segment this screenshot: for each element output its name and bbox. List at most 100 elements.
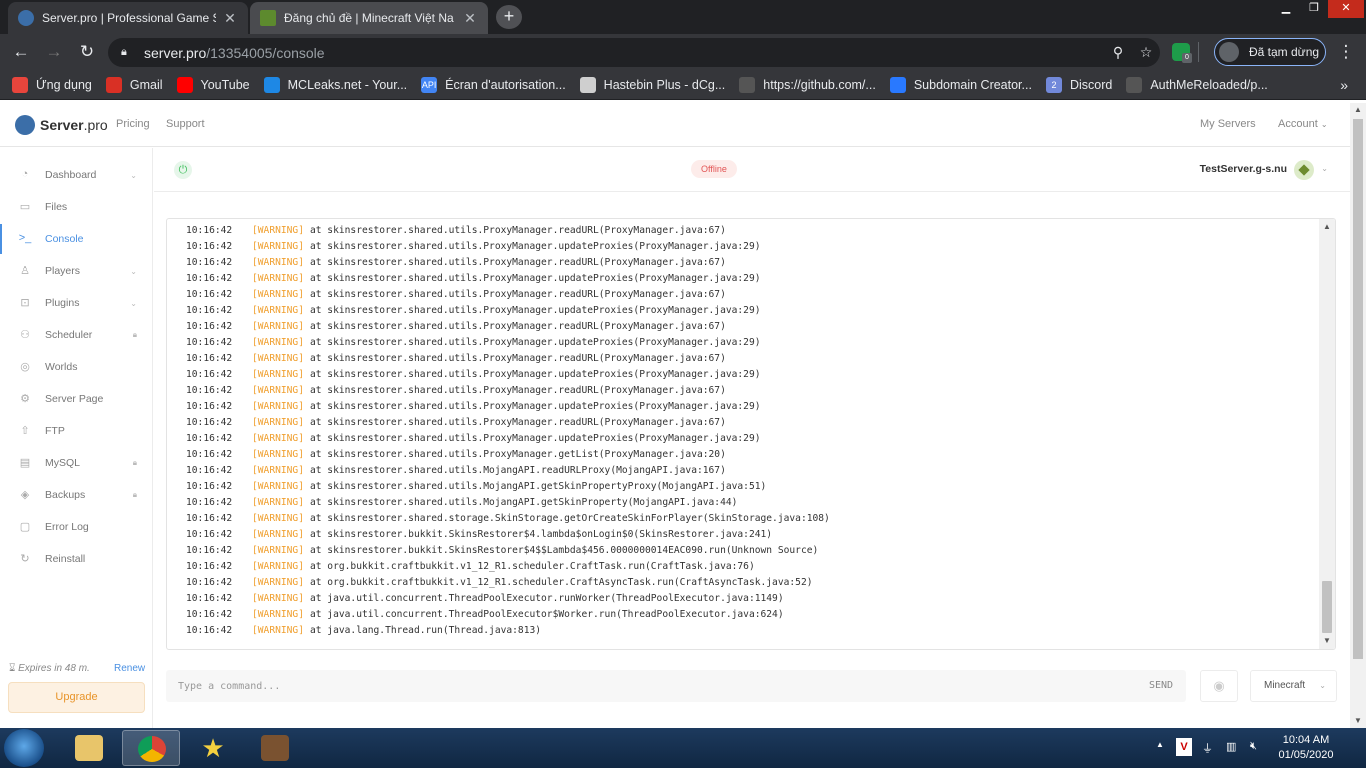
bookmark-item[interactable]: MCLeaks.net - Your...: [263, 76, 407, 93]
bookmark-item[interactable]: Ứng dụng: [12, 76, 92, 93]
reload-icon[interactable]: ↻: [75, 41, 99, 63]
log-message: at skinsrestorer.shared.utils.ProxyManag…: [309, 449, 726, 460]
server-page-icon: ⚙: [20, 393, 30, 405]
volume-muted-icon[interactable]: 🔇︎: [1250, 740, 1257, 753]
page-scrollbar[interactable]: ▲ ▼: [1350, 103, 1366, 728]
sidebar-item-players[interactable]: ♙ Players ⌄: [0, 256, 153, 286]
scroll-down-icon[interactable]: ▼: [1350, 714, 1366, 728]
console-scrollbar[interactable]: ▲ ▼: [1319, 219, 1335, 649]
bookmark-item[interactable]: Gmail: [105, 76, 163, 93]
log-timestamp: 10:16:42: [186, 401, 233, 412]
chevron-down-icon: ⌄: [130, 170, 137, 180]
status-badge: Offline: [691, 160, 737, 178]
log-timestamp: 10:16:42: [186, 241, 233, 252]
maximize-window-icon[interactable]: ❐: [1300, 0, 1328, 18]
sidebar-item-plugins[interactable]: ⊡ Plugins ⌄: [0, 288, 153, 318]
console-line: 10:16:42 [WARNING] at org.bukkit.craftbukk…: [186, 559, 1315, 575]
bookmark-item[interactable]: 2 Discord: [1045, 76, 1112, 93]
chevron-down-icon[interactable]: ⌄: [1321, 164, 1328, 173]
back-icon[interactable]: ←: [9, 41, 33, 63]
sidebar-item-ftp[interactable]: ⇧ FTP: [0, 416, 153, 446]
browser-tab-minecraftvn[interactable]: Đăng chủ đề | Minecraft Việt Na ✕: [250, 2, 488, 34]
power-icon[interactable]: ⏻: [174, 161, 192, 179]
sidebar-item-label: Reinstall: [45, 553, 86, 565]
system-clock[interactable]: 10:04 AM 01/05/2020: [1276, 733, 1336, 763]
send-button[interactable]: SEND: [1136, 670, 1186, 702]
bookmark-item[interactable]: API Écran d'autorisation...: [421, 76, 566, 93]
sidebar-item-worlds[interactable]: ◎ Worlds: [0, 352, 153, 382]
bookmark-item[interactable]: https://github.com/...: [739, 76, 876, 93]
scrollbar-thumb[interactable]: [1322, 581, 1332, 633]
serverpro-logo[interactable]: Server.pro: [15, 115, 108, 135]
log-message: at skinsrestorer.shared.utils.ProxyManag…: [309, 241, 761, 252]
minimize-window-icon[interactable]: ▁: [1272, 0, 1300, 18]
console-type-select[interactable]: Minecraft ⌄: [1250, 670, 1337, 702]
sidebar-item-reinstall[interactable]: ↻ Reinstall: [0, 544, 153, 574]
extension-badge: 0: [1182, 53, 1192, 63]
start-button[interactable]: [4, 729, 44, 767]
sidebar-item-label: Worlds: [45, 361, 78, 373]
network-tray-icon[interactable]: ▥: [1226, 740, 1236, 753]
bookmark-item[interactable]: Hastebin Plus - dCg...: [579, 76, 725, 93]
scrollbar-thumb[interactable]: [1353, 119, 1363, 659]
nav-pricing[interactable]: Pricing: [116, 118, 150, 130]
scroll-up-icon[interactable]: ▲: [1350, 103, 1366, 117]
sidebar-item-console[interactable]: >_ Console: [0, 224, 153, 254]
bookmarks-overflow-icon[interactable]: »: [1340, 77, 1348, 93]
log-level: [WARNING]: [252, 321, 304, 332]
browser-tab-serverpro[interactable]: Server.pro | Professional Game S ✕: [8, 2, 248, 34]
usb-tray-icon[interactable]: ⏚: [1202, 740, 1213, 756]
extension-shield-icon[interactable]: 0: [1172, 43, 1192, 63]
bookmark-icon: [579, 76, 596, 93]
sidebar-item-mysql[interactable]: ▤ MySQL 🔒︎: [0, 448, 153, 478]
log-timestamp: 10:16:42: [186, 433, 233, 444]
server-name[interactable]: TestServer.g-s.nu: [1200, 163, 1287, 175]
console-output[interactable]: 10:16:42 [WARNING] at skinsrestorer.shared…: [166, 218, 1336, 650]
sidebar-item-error-log[interactable]: ▢ Error Log: [0, 512, 153, 542]
profile-paused-button[interactable]: Đã tạm dừng: [1214, 38, 1326, 66]
sidebar-item-files[interactable]: ▭ Files: [0, 192, 153, 222]
tab-title: Đăng chủ đề | Minecraft Việt Na: [284, 11, 454, 25]
sidebar-item-label: Plugins: [45, 297, 80, 309]
chevron-down-icon: ⌄: [1320, 120, 1328, 129]
nav-support[interactable]: Support: [166, 118, 205, 130]
sidebar-item-server-page[interactable]: ⚙ Server Page: [0, 384, 153, 414]
console-line: 10:16:42 [WARNING] at skinsrestorer.shared…: [186, 479, 1315, 495]
sidebar-item-scheduler[interactable]: ⚇ Scheduler 🔒︎: [0, 320, 153, 350]
chrome-taskbar-icon[interactable]: [122, 730, 180, 766]
log-timestamp: 10:16:42: [186, 369, 233, 380]
upgrade-button[interactable]: Upgrade: [8, 682, 145, 713]
bookmark-star-icon[interactable]: ☆: [1132, 44, 1160, 61]
explorer-taskbar-icon[interactable]: [60, 730, 118, 766]
scroll-down-icon[interactable]: ▼: [1319, 633, 1335, 649]
command-input[interactable]: [178, 670, 1078, 702]
url-text[interactable]: server.pro/13354005/console: [144, 45, 1104, 61]
minecraft-taskbar-icon[interactable]: [246, 730, 304, 766]
bookmark-icon: 2: [1045, 76, 1062, 93]
address-bar[interactable]: 🔒︎ server.pro/13354005/console ⚲ ☆: [108, 38, 1160, 67]
minecraft-server-icon[interactable]: [1294, 160, 1314, 180]
nav-my-servers[interactable]: My Servers: [1200, 118, 1256, 130]
menu-kebab-icon[interactable]: ⋮: [1334, 41, 1358, 63]
star-app-taskbar-icon[interactable]: ★: [184, 730, 242, 766]
bookmark-item[interactable]: YouTube: [176, 76, 250, 93]
nav-account[interactable]: Account ⌄: [1278, 118, 1328, 130]
tray-expand-icon[interactable]: ▲: [1156, 740, 1164, 749]
close-window-icon[interactable]: ✕: [1328, 0, 1364, 18]
bookmark-icon: [263, 76, 280, 93]
log-level: [WARNING]: [252, 369, 304, 380]
eye-icon[interactable]: ◉: [1200, 670, 1238, 702]
forward-icon[interactable]: →: [42, 41, 66, 63]
close-tab-icon[interactable]: ✕: [462, 10, 478, 27]
scroll-up-icon[interactable]: ▲: [1319, 219, 1335, 235]
close-tab-icon[interactable]: ✕: [222, 10, 238, 27]
renew-link[interactable]: Renew: [114, 663, 145, 674]
reinstall-icon: ↻: [20, 553, 30, 565]
sidebar-item-backups[interactable]: ◈ Backups 🔒︎: [0, 480, 153, 510]
search-icon[interactable]: ⚲: [1104, 44, 1132, 61]
sidebar-item-dashboard[interactable]: ◔ Dashboard ⌄: [0, 160, 153, 190]
bookmark-item[interactable]: AuthMeReloaded/p...: [1126, 76, 1268, 93]
antivirus-tray-icon[interactable]: V: [1176, 738, 1192, 756]
new-tab-button[interactable]: +: [496, 5, 522, 29]
bookmark-item[interactable]: Subdomain Creator...: [889, 76, 1032, 93]
